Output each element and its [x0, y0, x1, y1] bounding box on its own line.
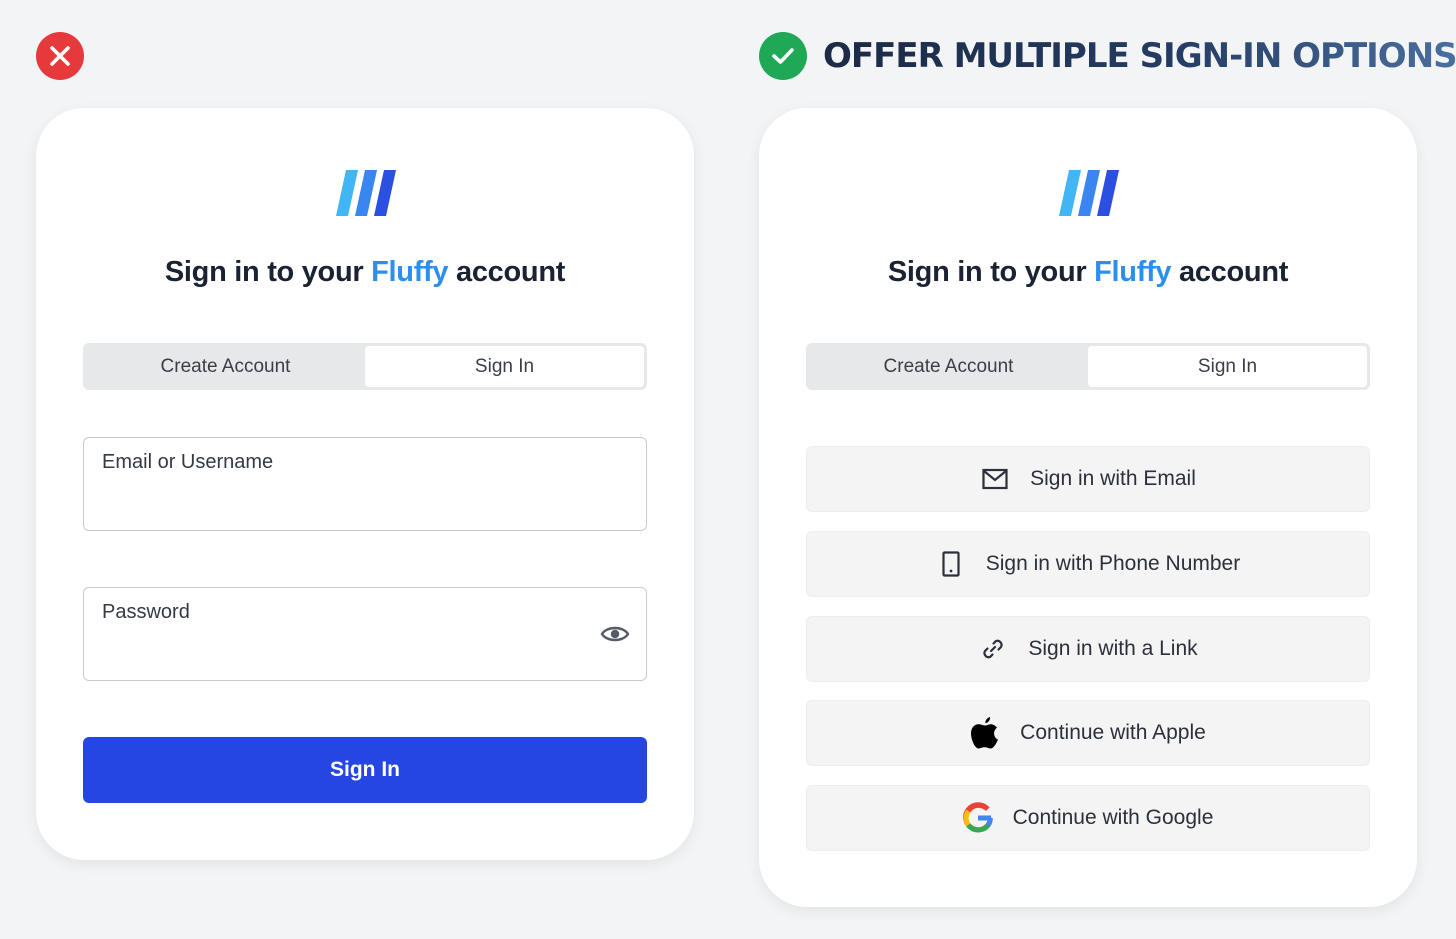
tab-sign-in[interactable]: Sign In	[1088, 346, 1367, 387]
page-title: Sign in to your Fluffy account	[36, 256, 694, 289]
password-input[interactable]	[102, 642, 586, 670]
sign-in-phone-button[interactable]: Sign in with Phone Number	[806, 531, 1370, 597]
sign-in-email-button[interactable]: Sign in with Email	[806, 446, 1370, 512]
auth-tabs: Create Account Sign In	[806, 343, 1370, 390]
continue-google-button[interactable]: Continue with Google	[806, 785, 1370, 851]
show-password-eye-icon[interactable]	[600, 622, 630, 646]
option-label: Continue with Google	[1012, 806, 1214, 829]
page-title: Sign in to your Fluffy account	[759, 256, 1417, 289]
title-suffix: account	[448, 256, 566, 288]
email-input[interactable]	[102, 492, 586, 520]
password-label: Password	[102, 601, 190, 623]
check-mark-icon	[759, 32, 807, 80]
sign-in-card-multiple-options: Sign in to your Fluffy account Create Ac…	[759, 108, 1417, 907]
headline: OFFER MULTIPLE SIGN-IN OPTIONS	[823, 36, 1456, 76]
auth-tabs: Create Account Sign In	[83, 343, 647, 390]
email-field[interactable]: Email or Username	[83, 437, 647, 531]
x-mark-icon	[36, 32, 84, 80]
tab-create-account[interactable]: Create Account	[86, 346, 365, 387]
option-label: Continue with Apple	[1020, 721, 1206, 744]
phone-icon	[936, 547, 966, 581]
sign-in-card-single-option: Sign in to your Fluffy account Create Ac…	[36, 108, 694, 860]
google-icon	[962, 801, 993, 835]
tab-sign-in[interactable]: Sign In	[365, 346, 644, 387]
password-field[interactable]: Password	[83, 587, 647, 681]
option-label: Sign in with Email	[1030, 467, 1196, 490]
title-prefix: Sign in to your	[887, 256, 1095, 288]
continue-apple-button[interactable]: Continue with Apple	[806, 700, 1370, 766]
sign-in-button[interactable]: Sign In	[83, 737, 647, 803]
tab-create-account[interactable]: Create Account	[809, 346, 1088, 387]
fluffy-logo-icon	[336, 170, 396, 216]
sign-in-link-button[interactable]: Sign in with a Link	[806, 616, 1370, 682]
apple-icon	[970, 716, 1000, 750]
email-label: Email or Username	[102, 451, 274, 473]
title-brand: Fluffy	[1094, 256, 1172, 288]
option-label: Sign in with a Link	[1028, 637, 1198, 660]
title-suffix: account	[1171, 256, 1289, 288]
title-brand: Fluffy	[371, 256, 449, 288]
fluffy-logo-icon	[1059, 170, 1119, 216]
option-label: Sign in with Phone Number	[985, 552, 1241, 575]
mail-icon	[980, 462, 1010, 496]
link-icon	[978, 632, 1008, 666]
title-prefix: Sign in to your	[164, 256, 372, 288]
